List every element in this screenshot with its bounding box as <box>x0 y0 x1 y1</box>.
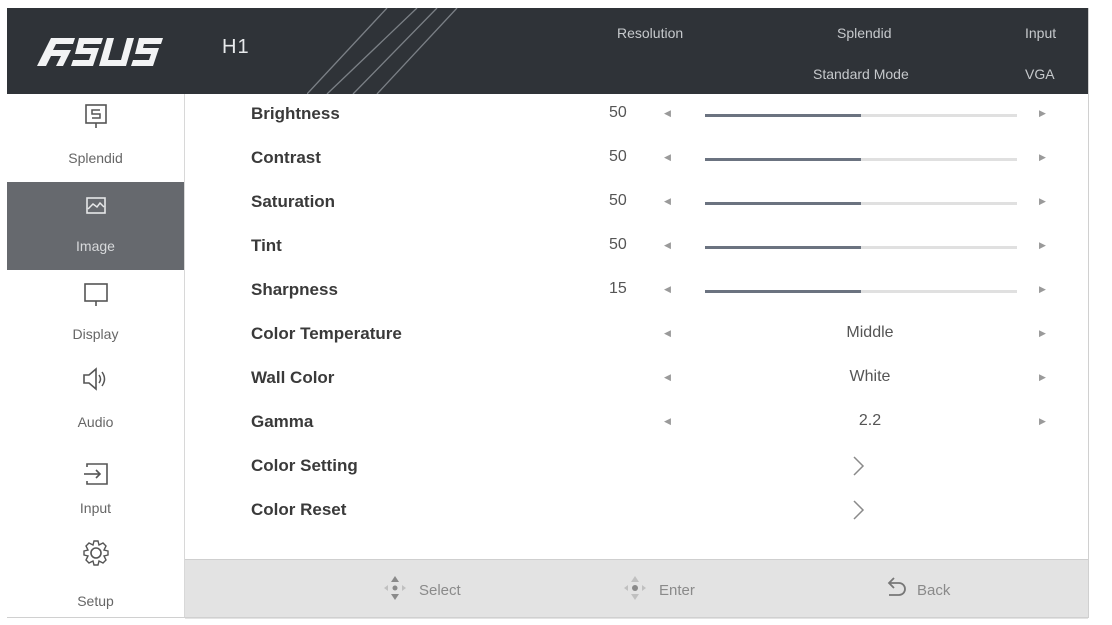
saturation-value: 50 <box>609 192 627 209</box>
decrease-arrow-icon[interactable]: ◀ <box>664 196 671 207</box>
decrease-arrow-icon[interactable]: ◀ <box>664 152 671 163</box>
osd-header: H1 Resolution Splendid Standard Mode Inp… <box>7 8 1088 94</box>
gamma-label: Gamma <box>251 412 314 431</box>
increase-arrow-icon[interactable]: ▶ <box>1039 284 1046 295</box>
previous-option-icon[interactable]: ◀ <box>664 416 671 427</box>
contrast-slider[interactable] <box>705 158 1017 161</box>
setting-row-color-temperature[interactable]: Color Temperature ◀ Middle ▶ <box>185 314 1088 358</box>
contrast-value: 50 <box>609 148 627 165</box>
input-source-value: VGA <box>1025 66 1055 82</box>
sidebar-item-label: Image <box>76 238 115 254</box>
setting-row-contrast[interactable]: Contrast 50 ◀ ▶ <box>185 138 1088 182</box>
sidebar-item-label: Input <box>79 500 112 516</box>
enter-navigation-icon <box>624 576 646 600</box>
setting-row-sharpness[interactable]: Sharpness 15 ◀ ▶ <box>185 270 1088 314</box>
increase-arrow-icon[interactable]: ▶ <box>1039 240 1046 251</box>
chevron-right-icon[interactable] <box>848 454 868 478</box>
select-hint-label: Select <box>419 582 461 599</box>
setting-row-gamma[interactable]: Gamma ◀ 2.2 ▶ <box>185 402 1088 446</box>
increase-arrow-icon[interactable]: ▶ <box>1039 108 1046 119</box>
brightness-label: Brightness <box>251 104 340 123</box>
increase-arrow-icon[interactable]: ▶ <box>1039 196 1046 207</box>
tint-slider-fill <box>705 246 861 249</box>
display-icon <box>84 283 108 306</box>
tint-slider[interactable] <box>705 246 1017 249</box>
model-name: H1 <box>222 36 250 58</box>
contrast-label: Contrast <box>251 148 321 167</box>
setting-row-color-setting[interactable]: Color Setting <box>185 446 1088 490</box>
back-arrow-icon <box>887 577 906 596</box>
saturation-label: Saturation <box>251 192 336 211</box>
sharpness-value: 15 <box>609 280 627 297</box>
wall-color-value: White <box>849 368 891 385</box>
input-icon <box>84 463 108 485</box>
image-settings-list: Brightness 50 ◀ ▶ Contrast 50 ◀ ▶ Satura… <box>185 94 1088 558</box>
sidebar-item-setup[interactable]: Setup <box>7 534 184 622</box>
setting-row-tint[interactable]: Tint 50 ◀ ▶ <box>185 226 1088 270</box>
increase-arrow-icon[interactable]: ▶ <box>1039 152 1046 163</box>
image-icon <box>86 197 106 214</box>
speaker-icon <box>83 367 106 391</box>
sharpness-slider[interactable] <box>705 290 1017 293</box>
control-hint-bar: Select Enter Back <box>185 559 1088 619</box>
saturation-slider[interactable] <box>705 202 1017 205</box>
next-option-icon[interactable]: ▶ <box>1039 372 1046 383</box>
asus-logo <box>37 38 163 66</box>
up-down-navigation-icon <box>384 576 406 600</box>
brightness-value: 50 <box>609 104 627 121</box>
splendid-header-label: Splendid <box>837 25 892 41</box>
previous-option-icon[interactable]: ◀ <box>664 372 671 383</box>
contrast-slider-fill <box>705 158 861 161</box>
sidebar-item-audio[interactable]: Audio <box>7 358 184 446</box>
next-option-icon[interactable]: ▶ <box>1039 328 1046 339</box>
sharpness-label: Sharpness <box>251 280 338 299</box>
sidebar-item-splendid[interactable]: Splendid <box>7 94 184 182</box>
frame-border <box>1088 8 1089 618</box>
sidebar-item-input[interactable]: Input <box>7 446 184 534</box>
frame-border <box>7 617 1088 618</box>
decrease-arrow-icon[interactable]: ◀ <box>664 284 671 295</box>
sidebar-item-label: Display <box>72 326 119 342</box>
setting-row-saturation[interactable]: Saturation 50 ◀ ▶ <box>185 182 1088 226</box>
sidebar-item-display[interactable]: Display <box>7 270 184 358</box>
saturation-slider-fill <box>705 202 861 205</box>
splendid-icon <box>85 104 107 128</box>
brightness-slider[interactable] <box>705 114 1017 117</box>
tint-label: Tint <box>251 236 282 255</box>
setting-row-wall-color[interactable]: Wall Color ◀ White ▶ <box>185 358 1088 402</box>
sidebar-item-image[interactable]: Image <box>7 182 184 270</box>
sidebar-item-label: Setup <box>77 593 114 609</box>
splendid-mode-value: Standard Mode <box>813 66 909 82</box>
next-option-icon[interactable]: ▶ <box>1039 416 1046 427</box>
previous-option-icon[interactable]: ◀ <box>664 328 671 339</box>
setting-row-color-reset[interactable]: Color Reset <box>185 490 1088 534</box>
tint-value: 50 <box>609 236 627 253</box>
color-temperature-value: Middle <box>846 324 894 341</box>
setting-row-brightness[interactable]: Brightness 50 ◀ ▶ <box>185 94 1088 138</box>
enter-hint-label: Enter <box>659 582 695 599</box>
color-setting-label: Color Setting <box>251 456 358 475</box>
gear-icon <box>83 540 109 566</box>
category-sidebar: Splendid Image Display Audio Input Setup <box>7 94 185 618</box>
back-hint-label: Back <box>917 582 951 599</box>
sidebar-item-label: Audio <box>77 414 114 430</box>
decrease-arrow-icon[interactable]: ◀ <box>664 108 671 119</box>
color-temperature-label: Color Temperature <box>251 324 402 343</box>
color-reset-label: Color Reset <box>251 500 347 519</box>
sharpness-slider-fill <box>705 290 861 293</box>
gamma-value: 2.2 <box>858 412 882 429</box>
brightness-slider-fill <box>705 114 861 117</box>
header-decoration <box>307 8 458 94</box>
wall-color-label: Wall Color <box>251 368 335 387</box>
resolution-label: Resolution <box>617 25 684 41</box>
sidebar-item-label: Splendid <box>68 150 123 166</box>
decrease-arrow-icon[interactable]: ◀ <box>664 240 671 251</box>
input-header-label: Input <box>1025 25 1057 41</box>
chevron-right-icon[interactable] <box>848 498 868 522</box>
